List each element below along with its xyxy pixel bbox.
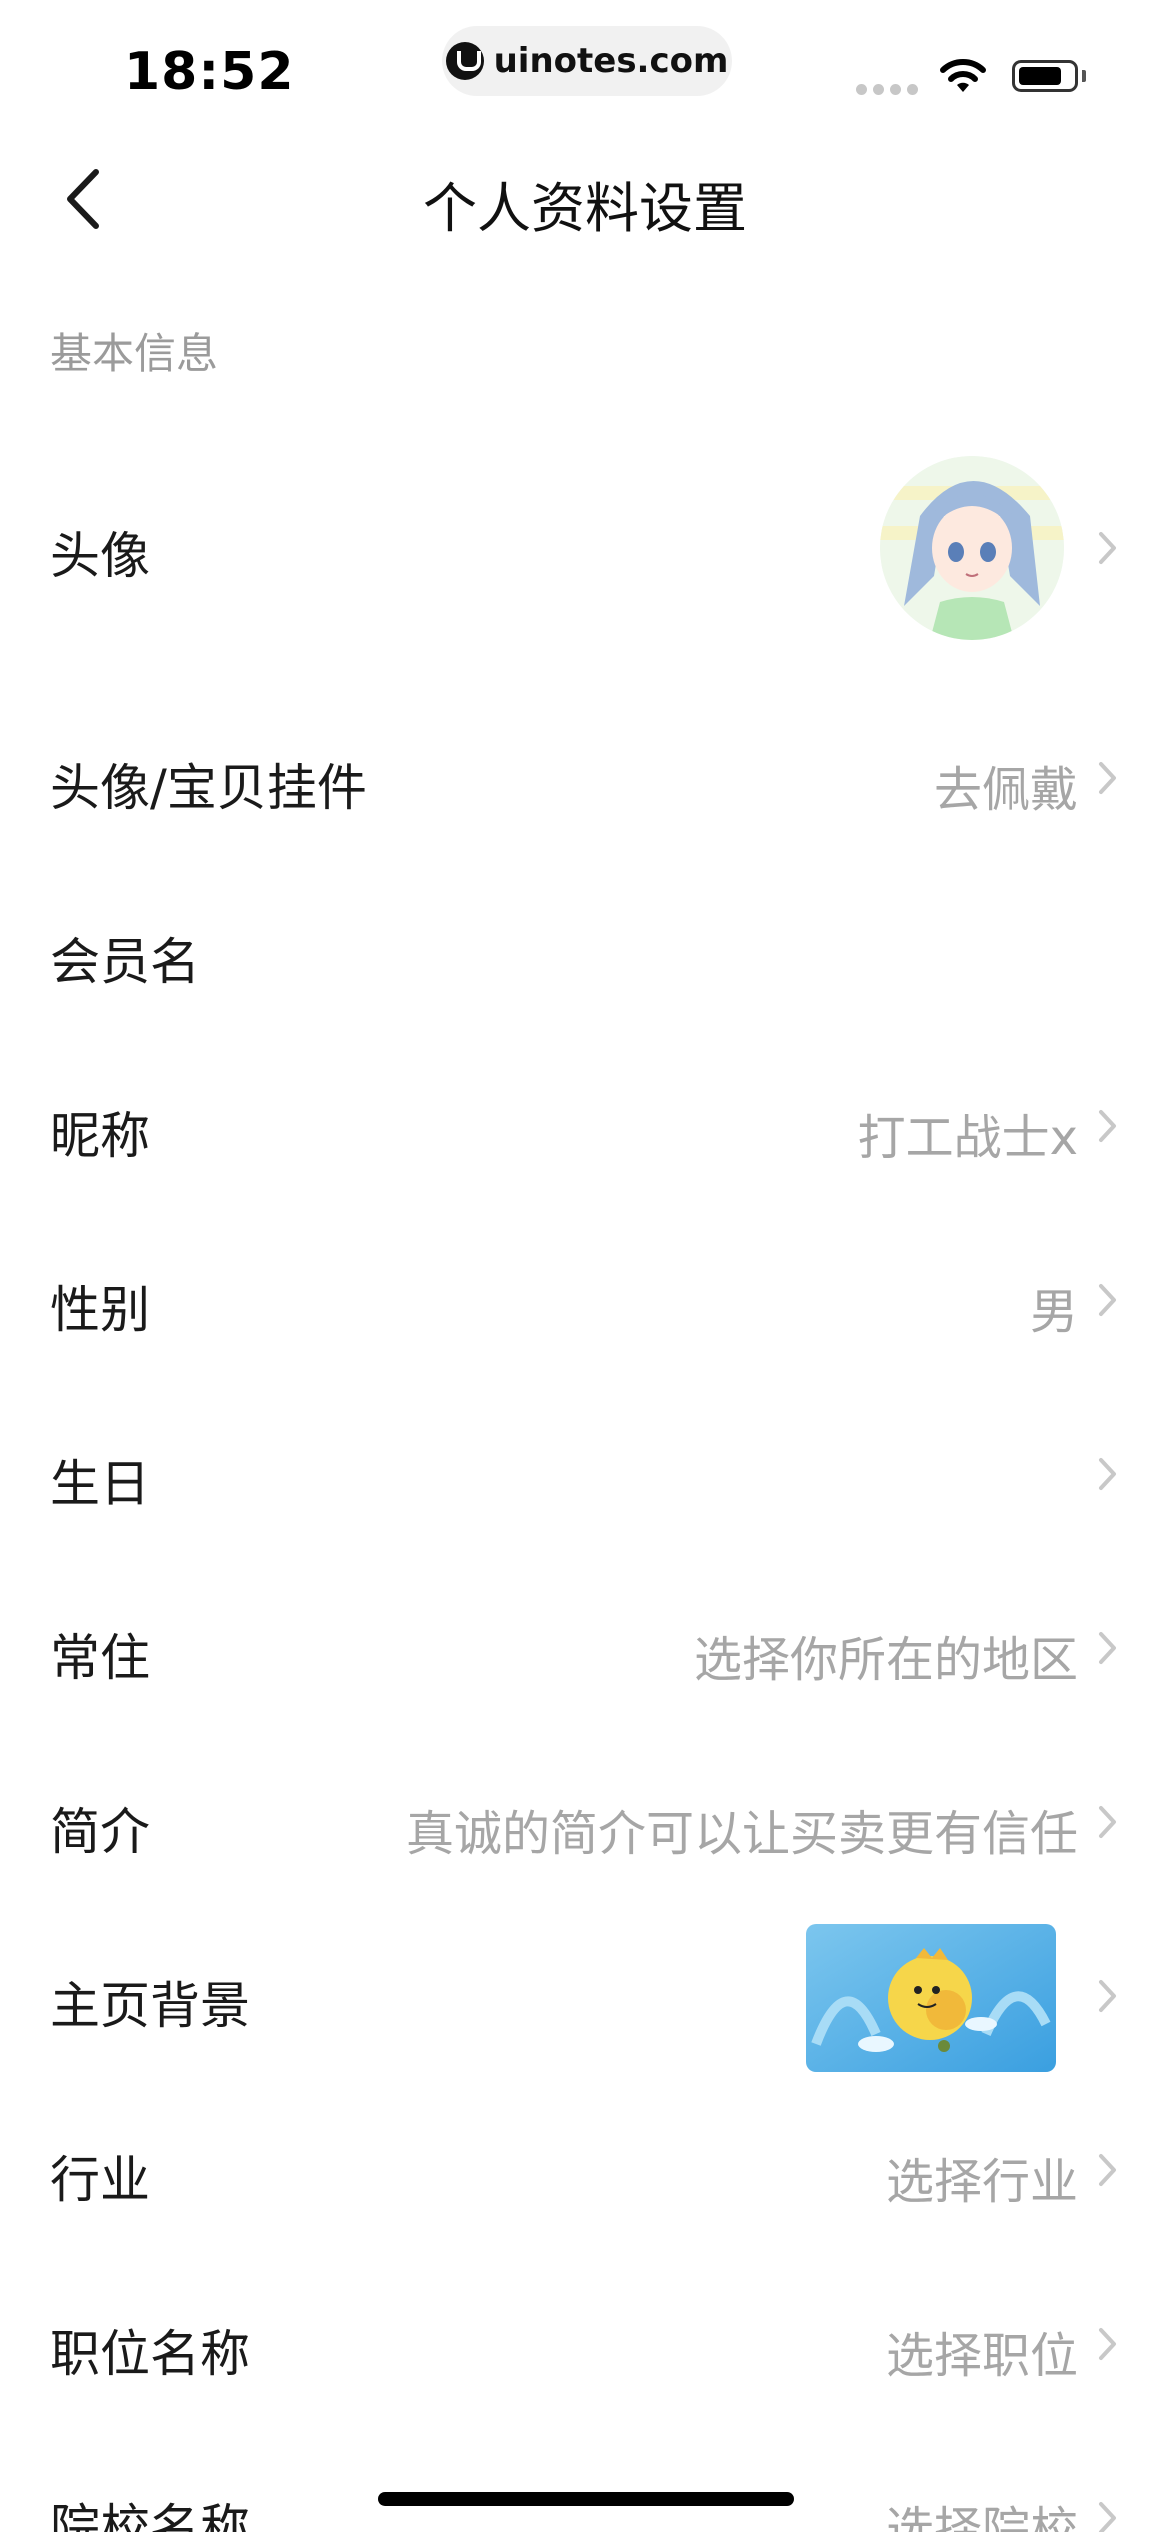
row-value: 选择你所在的地区 [693, 1632, 1078, 1688]
background-image [806, 1924, 1056, 2072]
row-value: 男 [1029, 1284, 1078, 1340]
chevron-right-icon [1099, 1458, 1116, 1490]
chevron-right-icon [1099, 1806, 1116, 1838]
signal-icon [856, 84, 918, 95]
row-value: 选择行业 [885, 2154, 1078, 2210]
row-label: 会员名 [50, 933, 200, 991]
site-logo-icon [445, 42, 484, 80]
row-bio[interactable]: 简介 真诚的简介可以让买卖更有信任 [0, 1772, 1170, 1872]
row-value: 选择职位 [885, 2328, 1078, 2384]
row-label: 职位名称 [50, 2325, 250, 2383]
row-label: 头像/宝贝挂件 [50, 759, 367, 817]
chevron-right-icon [1099, 532, 1116, 564]
wifi-icon [940, 59, 986, 92]
row-value: 真诚的简介可以让买卖更有信任 [405, 1806, 1078, 1862]
chevron-right-icon [1099, 762, 1116, 794]
avatar-image [880, 456, 1064, 640]
battery-icon [1012, 60, 1078, 92]
homepage-background-thumbnail[interactable] [806, 1924, 1056, 2072]
row-nickname[interactable]: 昵称 打工战士x [0, 1076, 1170, 1176]
row-member-name: 会员名 [0, 902, 1170, 1002]
row-label: 生日 [50, 1455, 150, 1513]
row-label: 昵称 [50, 1107, 150, 1165]
row-label: 头像 [50, 527, 150, 585]
row-label: 简介 [50, 1803, 150, 1861]
status-bar: 18:52 uinotes.com [0, 0, 1170, 140]
row-birthday[interactable]: 生日 [0, 1424, 1170, 1524]
row-value: 去佩戴 [933, 762, 1078, 818]
row-gender[interactable]: 性别 男 [0, 1250, 1170, 1350]
row-value: 选择院校 [885, 2502, 1078, 2532]
url-text: uinotes.com [493, 41, 729, 81]
chevron-right-icon [1099, 1980, 1116, 2012]
row-label: 性别 [50, 1281, 150, 1339]
status-time: 18:52 [124, 42, 295, 102]
row-pendant[interactable]: 头像/宝贝挂件 去佩戴 [0, 728, 1170, 828]
nav-bar: 个人资料设置 [0, 140, 1170, 260]
chevron-right-icon [1099, 1110, 1116, 1142]
chevron-right-icon [1099, 2502, 1116, 2532]
row-value: 打工战士x [857, 1110, 1078, 1166]
row-label: 行业 [50, 2151, 150, 2209]
row-label: 主页背景 [50, 1977, 250, 2035]
row-position[interactable]: 职位名称 选择职位 [0, 2294, 1170, 2394]
chevron-right-icon [1099, 2328, 1116, 2360]
battery-tip [1082, 70, 1086, 82]
section-label-basic-info: 基本信息 [50, 329, 219, 378]
chevron-right-icon [1099, 1632, 1116, 1664]
row-label: 常住 [50, 1629, 150, 1687]
page-title: 个人资料设置 [423, 177, 747, 240]
row-residence[interactable]: 常住 选择你所在的地区 [0, 1598, 1170, 1698]
chevron-right-icon [1099, 1284, 1116, 1316]
row-industry[interactable]: 行业 选择行业 [0, 2120, 1170, 2220]
home-indicator [378, 2492, 794, 2506]
row-label: 院校名称 [50, 2499, 250, 2532]
chevron-right-icon [1099, 2154, 1116, 2186]
avatar[interactable] [880, 456, 1064, 640]
url-pill[interactable]: uinotes.com [442, 26, 732, 96]
